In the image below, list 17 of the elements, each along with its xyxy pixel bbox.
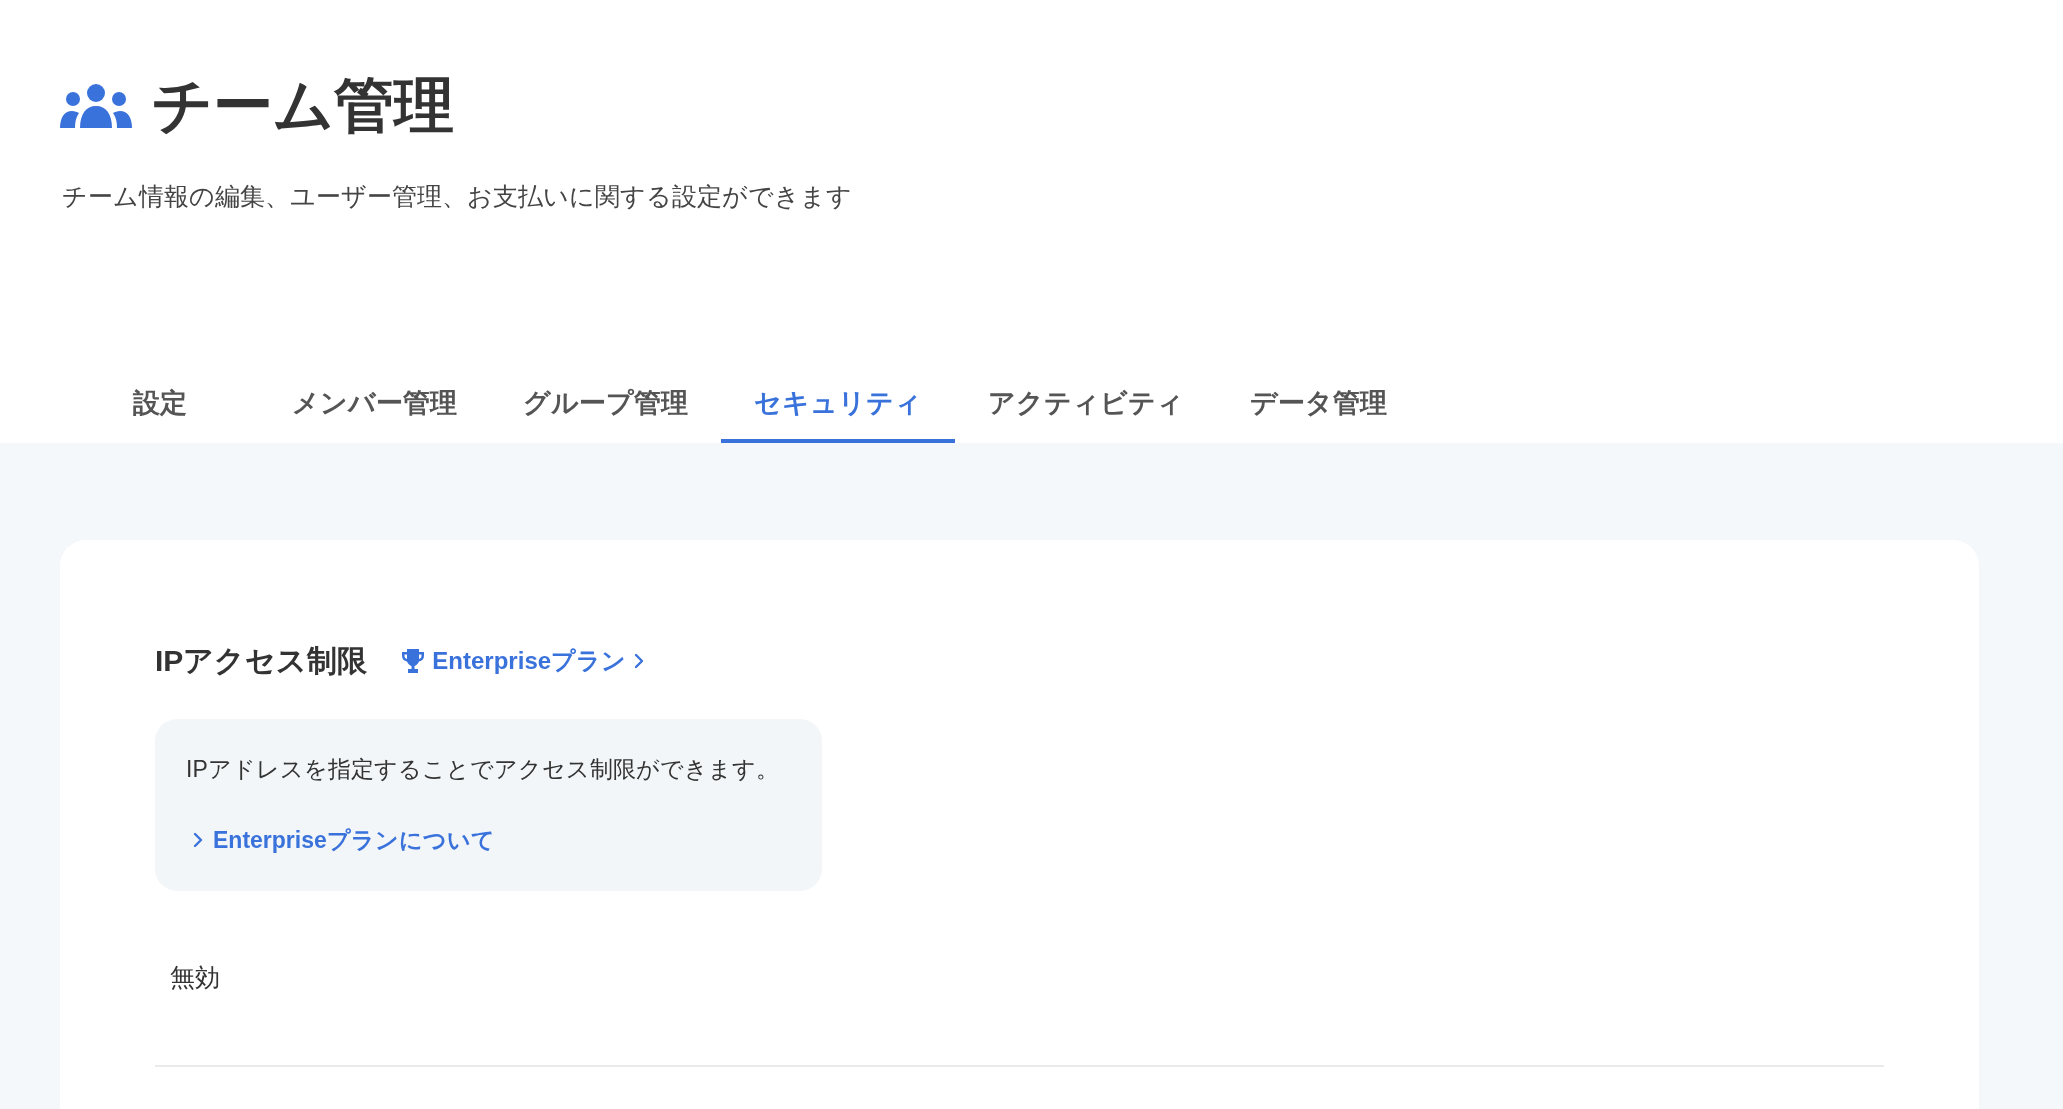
chevron-right-icon [193,832,203,848]
trophy-icon [402,649,425,673]
status-text: 無効 [169,962,221,993]
page-title: チーム管理 [152,71,454,141]
tab[interactable]: セキュリティ [721,363,955,443]
tab[interactable]: メンバー管理 [259,363,490,443]
tab[interactable]: グループ管理 [490,363,721,443]
section-title: IPアクセス制限 [155,643,368,679]
tab[interactable]: データ管理 [1217,363,1420,443]
plan-info-link[interactable]: Enterpriseプランについて [193,823,495,857]
chevron-right-icon [634,653,645,669]
tab[interactable]: アクティビティ [955,363,1217,443]
people-icon [60,84,132,128]
page-description: チーム情報の編集、ユーザー管理、お支払いに関する設定ができます [62,181,853,212]
info-text: IPアドレスを指定することでアクセス制限ができます。 [186,755,779,784]
tab[interactable]: 設定 [100,363,259,443]
plan-link[interactable]: Enterpriseプラン [402,645,645,677]
